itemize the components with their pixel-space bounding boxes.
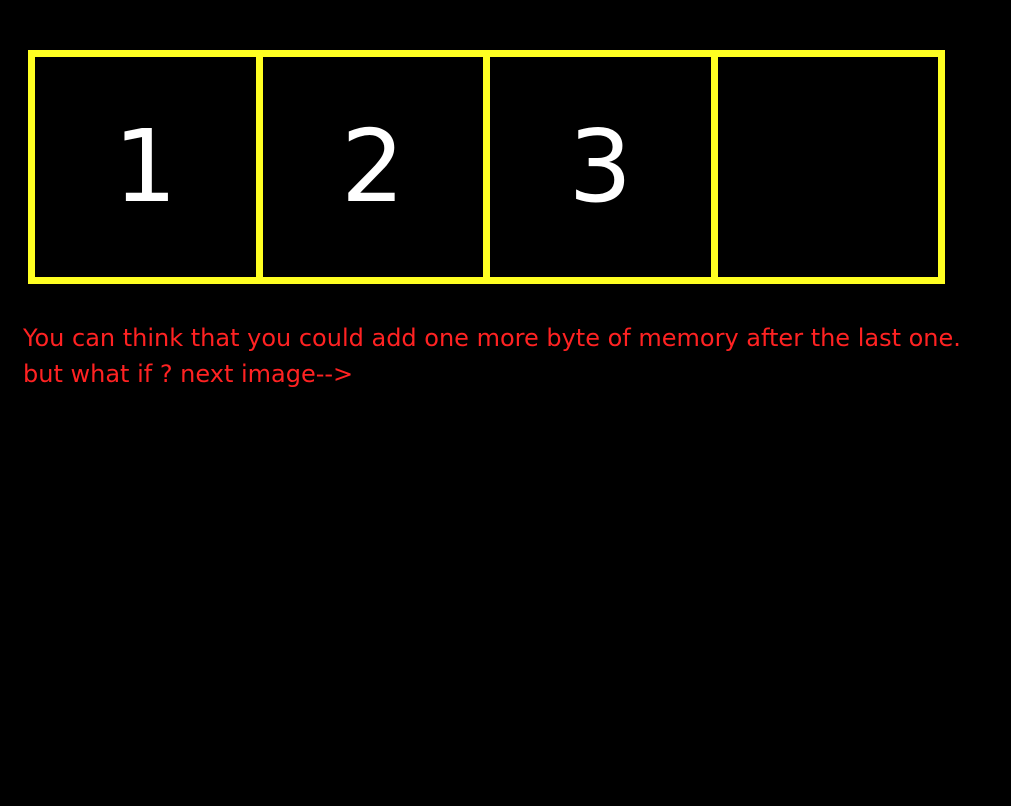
memory-cell-3: 3 <box>483 50 711 284</box>
memory-cell-empty <box>710 50 945 284</box>
memory-array: 1 2 3 <box>28 50 945 284</box>
memory-cell-1: 1 <box>28 50 256 284</box>
caption-line-1: You can think that you could add one mor… <box>23 324 961 352</box>
caption-line-2: but what if ? next image--> <box>23 360 354 388</box>
memory-cell-2: 2 <box>255 50 483 284</box>
caption-text: You can think that you could add one mor… <box>23 320 993 392</box>
